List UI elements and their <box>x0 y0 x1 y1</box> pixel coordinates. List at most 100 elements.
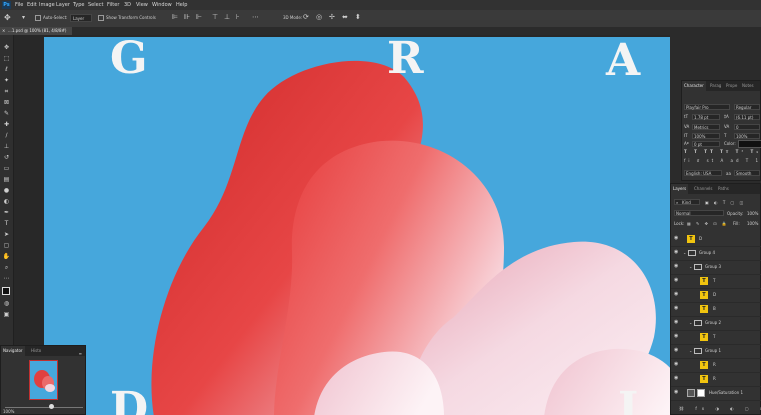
opentype-buttons[interactable]: fi σ st A ad T 1st ½ <box>684 158 761 163</box>
dodge-tool-icon[interactable]: ◐ <box>2 198 11 206</box>
tab-paths[interactable]: Paths <box>716 184 731 194</box>
move-tool-icon[interactable]: ✥ <box>4 13 11 22</box>
menu-filter[interactable]: Filter <box>107 0 119 10</box>
tab-properties[interactable]: Prope <box>724 81 739 91</box>
eye-icon[interactable]: ◉ <box>674 334 680 339</box>
layers-footer-buttons[interactable]: ⛓ fx ◑ ◐ ▢ ⊞ 🗑 <box>679 406 761 411</box>
eye-icon[interactable]: ◉ <box>674 348 680 353</box>
fill-value[interactable]: 100% <box>747 221 758 226</box>
menu-view[interactable]: View <box>136 0 148 10</box>
layer-row[interactable]: ◉ T T <box>671 274 761 289</box>
text-color-swatch[interactable] <box>738 140 761 148</box>
eye-icon[interactable]: ◉ <box>674 250 680 255</box>
font-style-select[interactable]: Regular <box>734 104 760 110</box>
close-icon[interactable]: × <box>2 27 5 35</box>
move-tool-icon[interactable]: ✥ <box>2 44 11 52</box>
menu-select[interactable]: Select <box>88 0 103 10</box>
tab-layers[interactable]: Layers <box>671 184 689 194</box>
type-style-buttons[interactable]: T T TT Tт T¹ T₁ T T <box>684 149 761 154</box>
history-brush-tool-icon[interactable]: ↺ <box>2 154 11 162</box>
leading-field[interactable]: (6.11 pt) <box>734 114 760 120</box>
hand-tool-icon[interactable]: ✋ <box>2 253 11 261</box>
brush-tool-icon[interactable]: ∕ <box>2 132 11 140</box>
chevron-down-icon[interactable]: ▾ <box>22 14 25 21</box>
tab-paragraph[interactable]: Parag <box>708 81 723 91</box>
tab-channels[interactable]: Channels <box>692 184 715 194</box>
layer-row[interactable]: ◉ T T <box>671 330 761 345</box>
navigator-thumbnail[interactable] <box>29 360 58 400</box>
horizontal-scale-field[interactable]: 100% <box>734 133 760 139</box>
3d-slide-icon[interactable]: ⬌ <box>342 13 348 21</box>
lock-icons[interactable]: ▦ ✎ ✥ ⊡ 🔒 <box>687 221 729 226</box>
layer-row[interactable]: ◉ T D <box>671 288 761 303</box>
chevron-down-icon[interactable]: ⌄ <box>689 316 692 330</box>
layer-row[interactable]: ◉ T B <box>671 302 761 317</box>
document-tab[interactable]: × ...1.psd @ 100% (81, 4/8/8#) <box>0 27 72 35</box>
eye-icon[interactable]: ◉ <box>674 306 680 311</box>
auto-select-dropdown[interactable]: Layer <box>70 14 92 22</box>
frame-tool-icon[interactable]: ⊠ <box>2 99 11 107</box>
eraser-tool-icon[interactable]: ▭ <box>2 165 11 173</box>
font-size-field[interactable]: 1.78 pt <box>692 114 720 120</box>
eye-icon[interactable]: ◉ <box>674 264 680 269</box>
eye-icon[interactable]: ◉ <box>674 320 680 325</box>
menu-file[interactable]: File <box>15 0 23 10</box>
align-center-icon[interactable]: ⊪ <box>184 13 190 21</box>
navigator-zoom-handle[interactable] <box>49 404 54 409</box>
menu-layer[interactable]: Layer <box>56 0 70 10</box>
path-select-tool-icon[interactable]: ➤ <box>2 231 11 239</box>
tab-histogram[interactable]: Histo <box>29 346 43 356</box>
menu-window[interactable]: Window <box>152 0 172 10</box>
kerning-field[interactable]: Metrics <box>692 124 720 130</box>
eye-icon[interactable]: ◉ <box>674 236 680 241</box>
foreground-color-swatch[interactable] <box>2 287 10 295</box>
type-tool-icon[interactable]: T <box>2 220 11 228</box>
tab-character[interactable]: Character <box>682 81 706 91</box>
navigator-zoom-slider[interactable] <box>5 404 83 409</box>
layer-mask-thumbnail[interactable] <box>697 389 705 397</box>
tab-navigator[interactable]: Navigator <box>1 346 25 356</box>
marquee-tool-icon[interactable]: ⬚ <box>2 55 11 63</box>
document-canvas[interactable]: G R A D I <box>44 37 670 415</box>
menu-edit[interactable]: Edit <box>27 0 37 10</box>
layer-filter-icons[interactable]: ▣ ◐ T ▢ ◫ <box>705 200 745 205</box>
magic-wand-tool-icon[interactable]: ✦ <box>2 77 11 85</box>
eye-icon[interactable]: ◉ <box>674 362 680 367</box>
opacity-value[interactable]: 100% <box>747 211 758 216</box>
vertical-scale-field[interactable]: 100% <box>692 133 720 139</box>
chevron-down-icon[interactable]: ⌄ <box>683 246 686 260</box>
menu-help[interactable]: Help <box>176 0 187 10</box>
shape-tool-icon[interactable]: ▢ <box>2 242 11 250</box>
3d-drag-icon[interactable]: ✢ <box>329 13 335 21</box>
chevron-down-icon[interactable]: ⌄ <box>689 260 692 274</box>
layer-row[interactable]: ◉ Hue/Saturation 1 <box>671 386 761 401</box>
screen-mode-icon[interactable]: ▣ <box>2 311 11 319</box>
blend-mode-select[interactable]: Normal <box>674 210 724 216</box>
zoom-tool-icon[interactable]: ⌕ <box>2 264 11 272</box>
align-top-icon[interactable]: ⊤ <box>212 13 218 21</box>
align-bottom-icon[interactable]: ⊦ <box>236 13 240 21</box>
layer-row[interactable]: ◉ ⌄ Group 4 <box>671 246 761 261</box>
3d-rotate-icon[interactable]: ⟳ <box>303 13 309 21</box>
tab-notes[interactable]: Notes <box>740 81 756 91</box>
eyedropper-tool-icon[interactable]: ✎ <box>2 110 11 118</box>
blur-tool-icon[interactable]: ● <box>2 187 11 195</box>
crop-tool-icon[interactable]: ⌗ <box>2 88 11 96</box>
language-select[interactable]: English: USA <box>684 170 722 176</box>
3d-roll-icon[interactable]: ◎ <box>316 13 322 21</box>
layer-row[interactable]: ◉ T R <box>671 372 761 387</box>
layer-row[interactable]: ◉ ⌄ Group 3 <box>671 260 761 275</box>
layer-row[interactable]: ◉ ⌄ Group 2 <box>671 316 761 331</box>
menu-3d[interactable]: 3D <box>124 0 131 10</box>
healing-tool-icon[interactable]: ✚ <box>2 121 11 129</box>
menu-image[interactable]: Image <box>39 0 55 10</box>
pen-tool-icon[interactable]: ✒ <box>2 209 11 217</box>
3d-scale-icon[interactable]: ⬍ <box>355 13 361 21</box>
lasso-tool-icon[interactable]: ℓ <box>2 66 11 74</box>
menu-type[interactable]: Type <box>73 0 84 10</box>
align-right-icon[interactable]: ⊩ <box>196 13 202 21</box>
eye-icon[interactable]: ◉ <box>674 278 680 283</box>
gradient-tool-icon[interactable]: ▤ <box>2 176 11 184</box>
layer-filter-select[interactable]: ⌕ Kind <box>674 199 700 205</box>
auto-select-checkbox[interactable] <box>35 15 41 21</box>
